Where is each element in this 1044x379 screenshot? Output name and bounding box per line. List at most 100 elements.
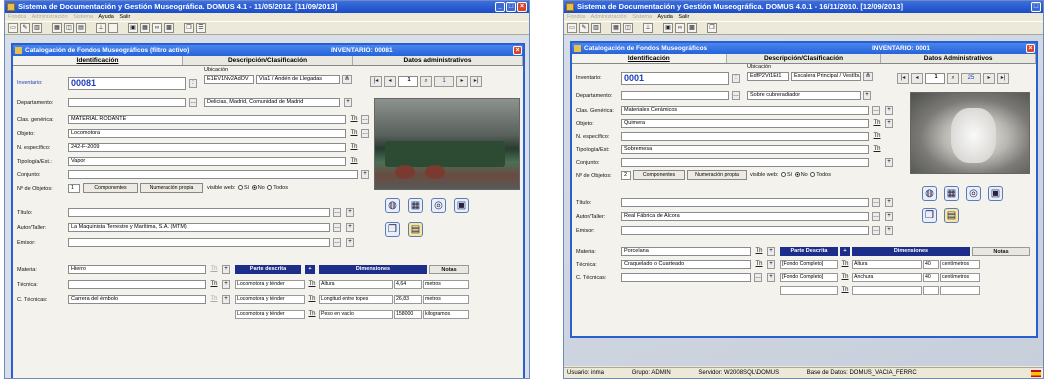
copy-icon[interactable]: ◫ [623, 23, 633, 33]
new-icon[interactable]: ▭ [567, 23, 577, 33]
menu-fondos[interactable]: Fondos [567, 14, 585, 20]
ubicacion-place[interactable]: Delicias, Madrid, Comunidad de Madrid [204, 98, 340, 107]
c-tecnicas-field[interactable] [621, 273, 751, 282]
n-objetos-field[interactable]: 1 [68, 184, 80, 193]
tecnica-add[interactable]: + [767, 260, 775, 269]
row-parte-empty[interactable] [780, 286, 838, 295]
n-especifico-field[interactable]: 242-F-2009 [68, 143, 346, 152]
align-icon[interactable]: ⊥ [96, 23, 106, 33]
tree-icon[interactable]: ⋔ [342, 75, 352, 84]
departamento-field[interactable] [68, 98, 186, 107]
materia-field[interactable]: Porcelana [621, 247, 751, 256]
emisor-field[interactable] [621, 226, 869, 235]
report-icon[interactable]: ▦ [140, 23, 150, 33]
th-button[interactable]: Th [872, 119, 882, 128]
grid-icon[interactable]: ▣ [663, 23, 673, 33]
c-tecnicas-add[interactable]: + [222, 295, 230, 304]
row-unit[interactable]: centímetros [940, 260, 980, 269]
row-val[interactable]: 26,83 [394, 295, 422, 304]
numeracion-propia-button[interactable]: Numeración propia [140, 183, 203, 193]
th-button[interactable]: Th [209, 265, 219, 274]
menu-sistema[interactable]: Sistema [73, 14, 93, 20]
c-tecnicas-add[interactable]: + [767, 273, 775, 282]
objeto-add[interactable]: + [885, 119, 893, 128]
row-unit[interactable]: metros [423, 280, 469, 289]
globe-icon[interactable]: ◍ [922, 186, 937, 201]
autor-browse[interactable]: … [872, 212, 880, 221]
row-parte[interactable]: [Fondo Completo] [780, 273, 838, 282]
row-parte[interactable]: Locomotora y ténder [235, 310, 305, 319]
ubicacion-sub[interactable]: Sobre cubreradiador [747, 91, 861, 100]
first-record-button[interactable]: |◂ [897, 73, 909, 84]
parte-add-header[interactable]: + [840, 247, 850, 256]
th-button[interactable]: Th [307, 310, 317, 319]
new-icon[interactable]: ▭ [8, 23, 18, 33]
titulo-field[interactable] [68, 208, 330, 217]
folder-icon[interactable]: ❐ [707, 23, 717, 33]
radio-todos[interactable] [810, 172, 816, 178]
row-dim[interactable]: Longitud entre topes [319, 295, 393, 304]
c-tecnicas-browse[interactable]: … [754, 273, 762, 282]
tipologia-field[interactable]: Sobremesa [621, 145, 869, 154]
blank-icon[interactable] [108, 23, 118, 33]
tab-descripcion[interactable]: Descripción/Clasificación [183, 56, 353, 65]
autor-field[interactable]: La Maquinista Terrestre y Marítima, S.A.… [68, 223, 330, 232]
table-icon[interactable]: ▩ [687, 23, 697, 33]
departamento-field[interactable] [621, 91, 729, 100]
tipologia-field[interactable]: Vapor [68, 157, 346, 166]
parte-add-header[interactable]: + [305, 265, 315, 274]
radio-no[interactable] [794, 172, 800, 178]
inventario-field[interactable]: 00081 [68, 77, 186, 90]
autor-browse[interactable]: … [333, 223, 341, 232]
edit-icon[interactable]: ✎ [20, 23, 30, 33]
edit-icon[interactable]: ✎ [579, 23, 589, 33]
record-number[interactable]: 1 [925, 73, 945, 84]
tab-identificacion[interactable]: Identificación [572, 54, 727, 63]
th-button[interactable]: Th [840, 273, 850, 282]
objeto-field[interactable]: Locomotora [68, 129, 346, 138]
folder-open-icon[interactable]: ❒ [922, 208, 937, 223]
menu-administracion[interactable]: Administración [591, 14, 627, 20]
menu-ayuda[interactable]: Ayuda [657, 14, 673, 20]
emisor-browse[interactable]: … [872, 226, 880, 235]
tecnica-field[interactable]: Craquelado o Cuarteado [621, 260, 751, 269]
th-button[interactable]: Th [307, 280, 317, 289]
row-parte[interactable]: Locomotora y ténder [235, 295, 305, 304]
clas-generica-field[interactable]: MATERIAL RODANTE [68, 115, 346, 124]
copy-icon[interactable]: ◫ [64, 23, 74, 33]
th-button[interactable]: Th [349, 143, 359, 152]
inventario-field[interactable]: 0001 [621, 72, 729, 85]
materia-add[interactable]: + [222, 265, 230, 274]
close-window-button[interactable]: × [513, 46, 522, 55]
conjunto-field[interactable] [621, 158, 869, 167]
n-especifico-field[interactable] [621, 132, 869, 141]
th-button[interactable]: Th [209, 280, 219, 289]
row-val[interactable]: 40 [923, 260, 939, 269]
ubicacion-add[interactable]: + [863, 91, 871, 100]
list-icon[interactable]: ☰ [196, 23, 206, 33]
titulo-add[interactable]: + [346, 208, 354, 217]
inventario-dropdown[interactable]: : [189, 79, 197, 88]
tab-descripcion[interactable]: Descripción/Clasificación [726, 54, 882, 63]
objeto-browse[interactable]: … [361, 129, 369, 138]
th-button[interactable]: Th [209, 295, 219, 304]
departamento-browse[interactable]: … [189, 98, 197, 107]
tecnica-add[interactable]: + [222, 280, 230, 289]
radio-no[interactable] [251, 185, 257, 191]
emisor-field[interactable] [68, 238, 330, 247]
radio-si[interactable] [780, 172, 786, 178]
th-button[interactable]: Th [840, 286, 850, 295]
radio-si[interactable] [237, 185, 243, 191]
row-val[interactable]: 40 [923, 273, 939, 282]
delete-icon[interactable]: ▥ [591, 23, 601, 33]
prev-record-button[interactable]: ◂ [911, 73, 923, 84]
view-icon[interactable]: ▦ [611, 23, 621, 33]
maximize-button[interactable]: □ [506, 2, 516, 12]
row-val-empty[interactable] [923, 286, 939, 295]
row-unit[interactable]: centímetros [940, 273, 980, 282]
close-window-button[interactable]: × [1026, 44, 1035, 53]
row-unit-empty[interactable] [940, 286, 980, 295]
row-unit[interactable]: metros [423, 295, 469, 304]
ubicacion-add[interactable]: + [344, 98, 352, 107]
row-val[interactable]: 4,64 [394, 280, 422, 289]
